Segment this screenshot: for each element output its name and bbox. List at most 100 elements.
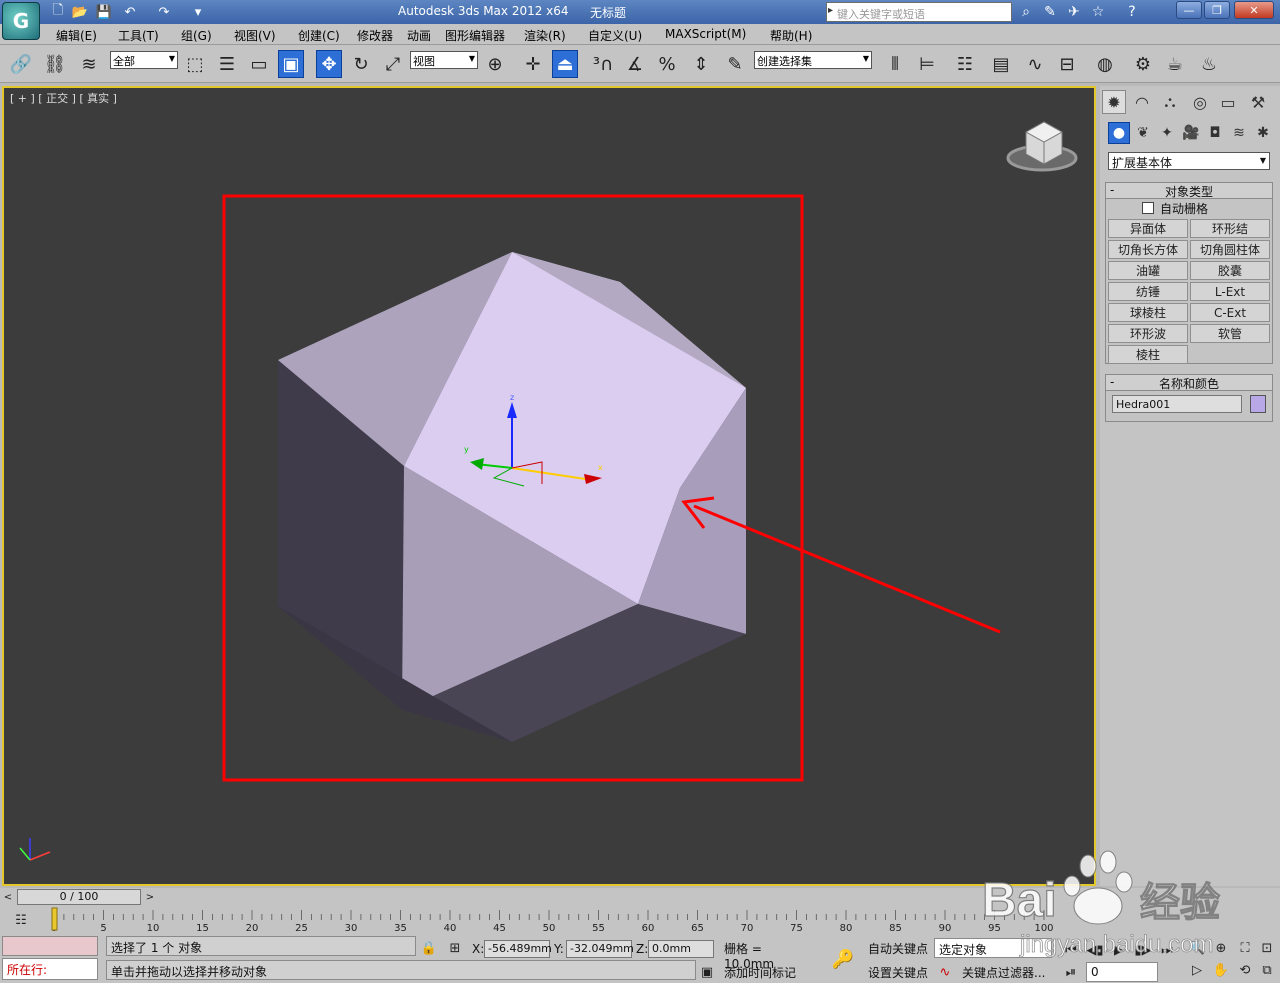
zoom-icon[interactable]: 🔍: [1186, 938, 1208, 958]
percent-snap-icon[interactable]: %: [654, 50, 680, 78]
cameras-category-icon[interactable]: 🎥: [1180, 122, 1202, 144]
binoculars-icon[interactable]: ⌕: [1016, 3, 1036, 21]
restore-button[interactable]: ❐: [1204, 1, 1230, 19]
autogrid-checkbox[interactable]: 自动栅格: [1142, 200, 1208, 217]
l-ext-button[interactable]: L-Ext: [1190, 282, 1270, 301]
track-ruler[interactable]: 0510152025303540455055606570758085909510…: [50, 906, 1100, 934]
window-crossing-icon[interactable]: ▣: [278, 50, 304, 78]
keyboard-shortcut-override-icon[interactable]: ⏏: [552, 50, 578, 78]
gengon-button[interactable]: 球棱柱: [1108, 303, 1188, 322]
hierarchy-tab-icon[interactable]: ⛬: [1158, 90, 1182, 114]
close-button[interactable]: ✕: [1234, 1, 1274, 19]
utilities-tab-icon[interactable]: ⚒: [1246, 90, 1270, 114]
select-by-name-icon[interactable]: ☰: [214, 50, 240, 78]
spacewarps-category-icon[interactable]: ≋: [1228, 122, 1250, 144]
render-production-icon[interactable]: ♨: [1196, 50, 1222, 78]
bind-space-warp-icon[interactable]: ≋: [76, 50, 102, 78]
perspective-viewport[interactable]: [ + ] [ 正交 ] [ 真实 ] z x y: [2, 86, 1096, 886]
subscription-icon[interactable]: ✎: [1040, 3, 1060, 21]
helpers-category-icon[interactable]: ◘: [1204, 122, 1226, 144]
x-coordinate-field[interactable]: -56.489mm: [484, 940, 552, 958]
time-tag-icon[interactable]: ▣: [696, 962, 718, 982]
c-ext-button[interactable]: C-Ext: [1190, 303, 1270, 322]
save-file-icon[interactable]: 💾: [94, 3, 114, 21]
align-icon[interactable]: ⊨: [914, 50, 940, 78]
field-of-view-icon[interactable]: ▷: [1186, 960, 1208, 980]
go-to-end-icon[interactable]: ⏭: [1156, 940, 1178, 960]
auto-key-button[interactable]: 自动关键点: [864, 938, 932, 958]
select-and-rotate-icon[interactable]: ↻: [348, 50, 374, 78]
y-coordinate-field[interactable]: -32.049mm: [566, 940, 634, 958]
minimize-button[interactable]: —: [1176, 1, 1202, 19]
quick-access-dropdown-icon[interactable]: ▾: [188, 3, 208, 21]
graphite-ribbon-icon[interactable]: ▤: [988, 50, 1014, 78]
key-filters-button[interactable]: 关键点过滤器...: [958, 962, 1052, 982]
menu-graph-editors[interactable]: 图形编辑器: [445, 27, 505, 44]
current-frame-marker[interactable]: [51, 907, 58, 931]
pan-view-icon[interactable]: ✋: [1210, 960, 1232, 980]
help-icon[interactable]: ?: [1122, 3, 1142, 21]
zoom-all-icon[interactable]: ⊕: [1210, 938, 1232, 958]
object-type-header[interactable]: - 对象类型: [1106, 183, 1272, 199]
chamfer-cyl-button[interactable]: 切角圆柱体: [1190, 240, 1270, 259]
select-object-icon[interactable]: ⬚: [182, 50, 208, 78]
menu-maxscript[interactable]: MAXScript(M): [665, 27, 746, 41]
viewcube-icon[interactable]: [1006, 121, 1078, 172]
named-selection-select[interactable]: 创建选择集: [754, 51, 872, 69]
menu-customize[interactable]: 自定义(U): [588, 27, 642, 44]
snaps-toggle-icon[interactable]: ³∩: [590, 50, 616, 78]
geometry-category-icon[interactable]: ●: [1108, 122, 1130, 144]
systems-category-icon[interactable]: ✱: [1252, 122, 1274, 144]
menu-modifiers[interactable]: 修改器: [357, 27, 393, 44]
selection-filter-select[interactable]: 全部: [110, 51, 178, 69]
key-filter-curve-icon[interactable]: ∿: [934, 962, 956, 982]
prism-button[interactable]: 棱柱: [1108, 345, 1188, 364]
go-to-start-icon[interactable]: ⏮: [1060, 940, 1082, 960]
select-and-scale-icon[interactable]: ⤢: [380, 50, 406, 78]
rectangle-selection-icon[interactable]: ▭: [246, 50, 272, 78]
menu-animation[interactable]: 动画: [407, 27, 431, 44]
maximize-viewport-icon[interactable]: ⧉: [1256, 960, 1278, 980]
prev-frame-icon[interactable]: <: [0, 888, 16, 906]
pivot-center-icon[interactable]: ⊕: [482, 50, 508, 78]
modify-tab-icon[interactable]: ◠: [1130, 90, 1154, 114]
search-input[interactable]: 键入关键字或短语: [826, 2, 1012, 22]
communication-icon[interactable]: ✈: [1064, 3, 1084, 21]
menu-create[interactable]: 创建(C): [298, 27, 340, 44]
menu-help[interactable]: 帮助(H): [770, 27, 812, 44]
spindle-button[interactable]: 纺锤: [1108, 282, 1188, 301]
play-icon[interactable]: ▶: [1108, 940, 1130, 960]
capsule-button[interactable]: 胶囊: [1190, 261, 1270, 280]
orbit-icon[interactable]: ⟲: [1234, 960, 1256, 980]
undo-icon[interactable]: ↶: [120, 3, 140, 21]
add-time-tag[interactable]: 添加时间标记: [720, 962, 816, 982]
favorites-star-icon[interactable]: ☆: [1088, 3, 1108, 21]
unlink-icon[interactable]: ⛓: [42, 50, 68, 78]
angle-snap-icon[interactable]: ∡: [622, 50, 648, 78]
next-key-icon[interactable]: ▮▶: [1132, 940, 1154, 960]
create-tab-icon[interactable]: ✹: [1102, 90, 1126, 114]
object-name-input[interactable]: Hedra001: [1112, 395, 1242, 413]
previous-key-icon[interactable]: ◀▮: [1084, 940, 1106, 960]
absolute-mode-icon[interactable]: ⊞: [444, 938, 466, 958]
select-and-link-icon[interactable]: 🔗: [8, 50, 34, 78]
zoom-extents-all-icon[interactable]: ⊡: [1256, 938, 1278, 958]
torus-knot-button[interactable]: 环形结: [1190, 219, 1270, 238]
menu-views[interactable]: 视图(V): [234, 27, 276, 44]
shapes-category-icon[interactable]: ❦: [1132, 122, 1154, 144]
chamfer-box-button[interactable]: 切角长方体: [1108, 240, 1188, 259]
render-setup-icon[interactable]: ⚙: [1130, 50, 1156, 78]
redo-icon[interactable]: ↷: [154, 3, 174, 21]
selection-lock-icon[interactable]: 🔒: [418, 938, 440, 958]
key-mode-icon[interactable]: ⏯: [1060, 962, 1082, 982]
collapse-icon[interactable]: -: [1110, 183, 1114, 197]
name-and-color-header[interactable]: - 名称和颜色: [1106, 375, 1272, 391]
lights-category-icon[interactable]: ✦: [1156, 122, 1178, 144]
layer-manager-icon[interactable]: ☷: [952, 50, 978, 78]
curve-editor-icon[interactable]: ∿: [1022, 50, 1048, 78]
set-key-button[interactable]: 设置关键点: [864, 962, 932, 982]
selected-object-select[interactable]: 选定对象: [934, 938, 1052, 958]
menu-tools[interactable]: 工具(T): [118, 27, 159, 44]
mini-curve-editor-icon[interactable]: ☷: [10, 910, 32, 930]
next-frame-icon[interactable]: >: [142, 888, 158, 906]
